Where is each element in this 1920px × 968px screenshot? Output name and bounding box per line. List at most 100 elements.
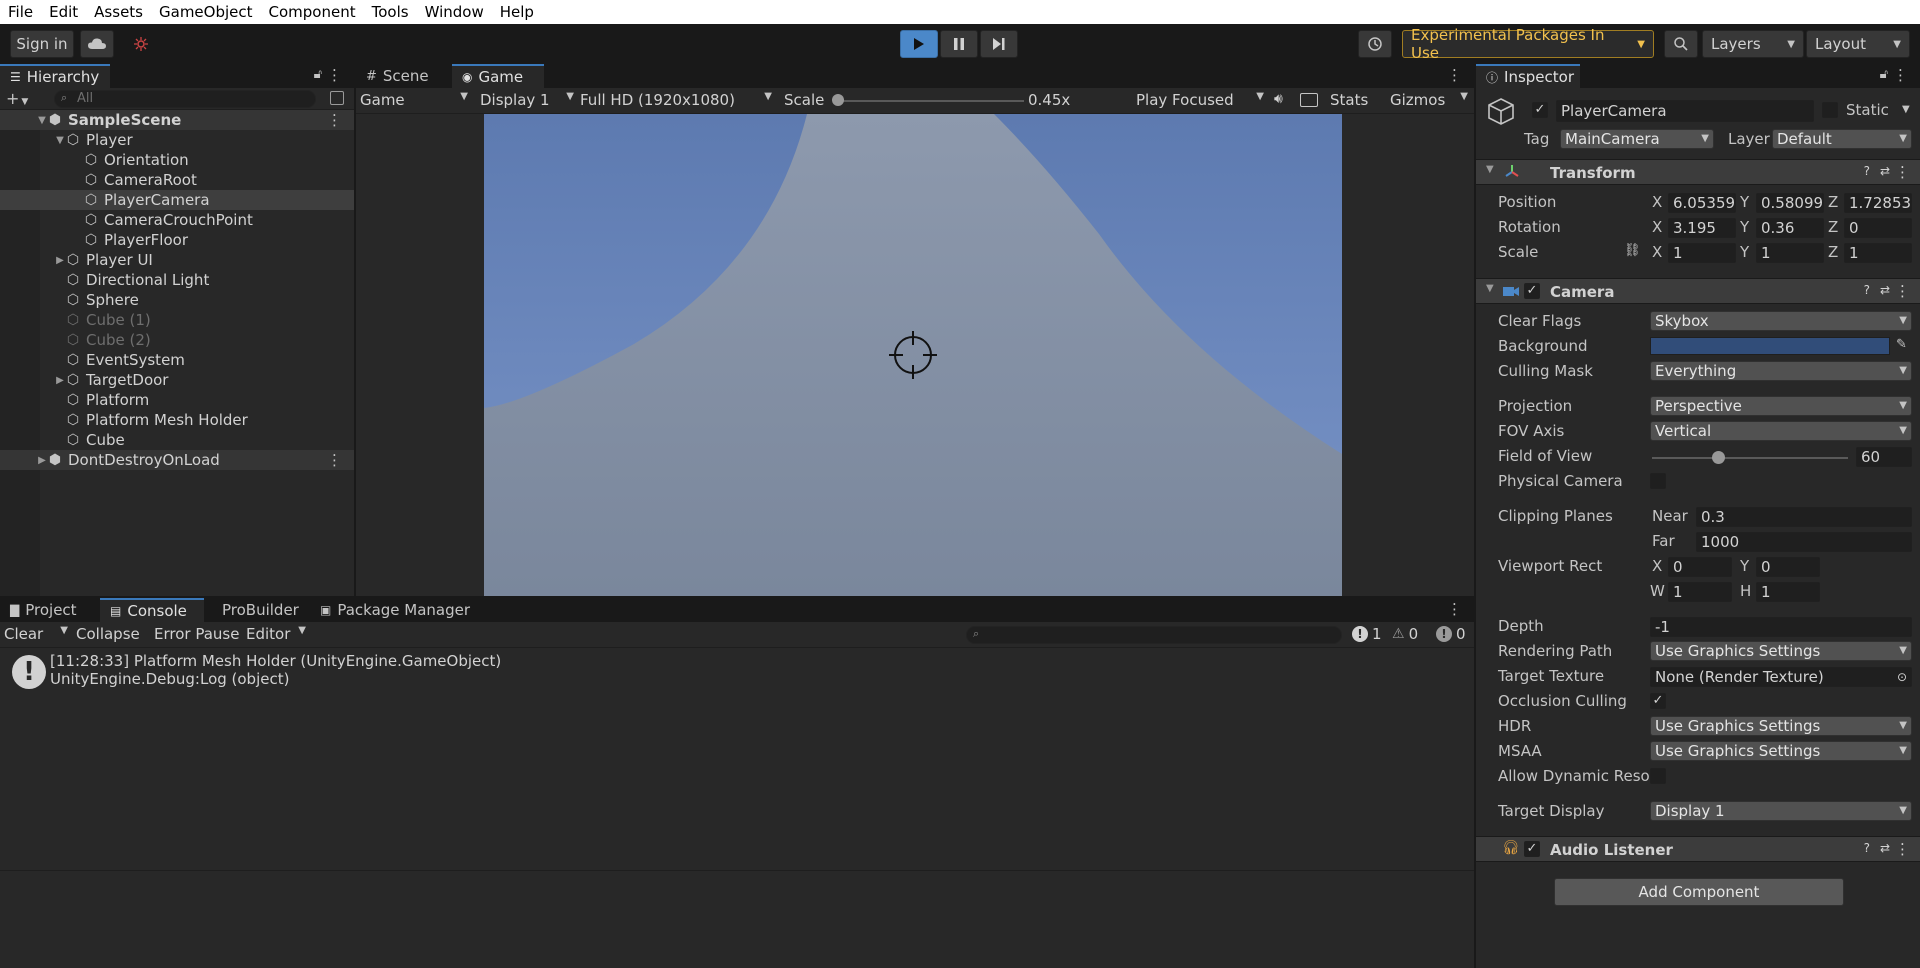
console-log-entry[interactable]: ! [11:28:33] Platform Mesh Holder (Unity… (0, 650, 1474, 694)
lock-icon[interactable]: 🔓︎ (314, 67, 322, 82)
pause-button[interactable] (940, 30, 978, 58)
menu-window[interactable]: Window (417, 0, 492, 24)
add-component-button[interactable]: Add Component (1554, 878, 1844, 906)
foldout-arrow-icon[interactable]: ▶ (36, 455, 48, 466)
foldout-arrow-icon[interactable]: ▼ (54, 135, 66, 146)
tab-project[interactable]: ▇ Project (0, 598, 100, 622)
kebab-menu-icon[interactable]: ⋮ (1895, 163, 1910, 181)
rotation-z-axis-label[interactable]: Z (1828, 218, 1838, 236)
error-count-toggle[interactable]: ! 0 (1436, 625, 1466, 643)
presets-icon[interactable]: ⇄ (1880, 164, 1890, 178)
audio-listener-header[interactable]: 🎧︎ ✓ Audio Listener ? ⇄ ⋮ (1476, 836, 1920, 862)
chevron-down-icon[interactable]: ▼ (1902, 104, 1910, 115)
target-display-dropdown[interactable]: Display 1 ▼ (1650, 801, 1912, 821)
depth-input[interactable]: -1 (1650, 617, 1912, 637)
tab-console[interactable]: ▤ Console (100, 598, 204, 622)
collapse-toggle[interactable]: Collapse (76, 625, 140, 643)
log-count-toggle[interactable]: ! 1 (1352, 625, 1382, 643)
foldout-arrow-icon[interactable]: ▼ (1486, 164, 1494, 175)
kebab-menu-icon[interactable]: ⋮ (1447, 66, 1462, 84)
near-input[interactable]: 0.3 (1696, 507, 1912, 527)
culling-mask-dropdown[interactable]: Everything ▼ (1650, 361, 1912, 381)
scale-z-axis-label[interactable]: Z (1828, 243, 1838, 261)
viewport-h-input[interactable]: 1 (1756, 582, 1820, 602)
scale-slider-track[interactable] (836, 100, 1024, 102)
hierarchy-item[interactable]: ⬡ Orientation (0, 150, 354, 170)
tab-scene[interactable]: # Scene (356, 64, 452, 88)
kebab-menu-icon[interactable]: ⋮ (327, 451, 342, 469)
hierarchy-item[interactable]: ⬡ CameraCrouchPoint (0, 210, 354, 230)
hierarchy-scene-row[interactable]: ▼ ⬢ SampleScene ⋮ (0, 110, 354, 130)
foldout-arrow-icon[interactable]: ▼ (36, 115, 48, 126)
foldout-arrow-icon[interactable]: ▼ (1486, 283, 1494, 294)
scale-x-axis-label[interactable]: X (1652, 243, 1662, 261)
fov-input[interactable]: 60 (1856, 447, 1912, 467)
background-color-swatch[interactable] (1650, 337, 1890, 355)
kebab-menu-icon[interactable]: ⋮ (1893, 66, 1908, 84)
active-checkbox[interactable]: ✓ (1532, 102, 1548, 118)
rotation-y-input[interactable]: 0.36 (1756, 218, 1824, 238)
camera-enabled-checkbox[interactable]: ✓ (1524, 283, 1540, 299)
position-x-input[interactable]: 6.05359 (1668, 193, 1736, 213)
tab-inspector[interactable]: ⓘ Inspector (1476, 64, 1580, 88)
hierarchy-item[interactable]: ⬡ Platform Mesh Holder (0, 410, 354, 430)
viewport-x-input[interactable]: 0 (1668, 557, 1732, 577)
hierarchy-item[interactable]: ⬡ PlayerFloor (0, 230, 354, 250)
object-picker-icon[interactable]: ⊙ (1897, 668, 1907, 686)
hierarchy-item[interactable]: ▶ ⬡ Player UI (0, 250, 354, 270)
hierarchy-item[interactable]: ⬡ Platform (0, 390, 354, 410)
help-icon[interactable]: ? (1864, 283, 1870, 297)
hierarchy-item[interactable]: ⬡ Cube (0, 430, 354, 450)
stats-button[interactable]: Stats (1330, 91, 1368, 109)
tab-package-manager[interactable]: ▣ Package Manager (310, 598, 486, 622)
collab-icon[interactable] (124, 30, 158, 58)
menu-gameobject[interactable]: GameObject (151, 0, 261, 24)
hierarchy-item[interactable]: ⬡ Cube (1) (0, 310, 354, 330)
occlusion-culling-checkbox[interactable]: ✓ (1650, 693, 1666, 709)
object-name-input[interactable]: PlayerCamera (1556, 100, 1814, 122)
rotation-x-input[interactable]: 3.195 (1668, 218, 1736, 238)
menu-edit[interactable]: Edit (41, 0, 86, 24)
allow-dynamic-resolution-checkbox[interactable] (1650, 768, 1666, 784)
sign-in-button[interactable]: Sign in (10, 30, 74, 58)
hierarchy-item[interactable]: ▶ ⬡ TargetDoor (0, 370, 354, 390)
position-z-input[interactable]: 1.72853 (1844, 193, 1912, 213)
hierarchy-search-input[interactable]: ⌕ All (54, 90, 316, 108)
position-y-input[interactable]: 0.58099 (1756, 193, 1824, 213)
audio-mute-icon[interactable]: 🔊︎ (1274, 91, 1283, 107)
tab-game[interactable]: ◉ Game (452, 64, 544, 88)
presets-icon[interactable]: ⇄ (1880, 841, 1890, 855)
hierarchy-item[interactable]: ⬡ EventSystem (0, 350, 354, 370)
layers-dropdown[interactable]: Layers ▼ (1702, 30, 1804, 58)
keyboard-icon[interactable] (1300, 93, 1318, 107)
menu-file[interactable]: File (0, 0, 41, 24)
static-checkbox[interactable] (1822, 102, 1838, 118)
rotation-y-axis-label[interactable]: Y (1740, 218, 1749, 236)
position-z-axis-label[interactable]: Z (1828, 193, 1838, 211)
projection-dropdown[interactable]: Perspective ▼ (1650, 396, 1912, 416)
error-pause-toggle[interactable]: Error Pause (154, 625, 239, 643)
play-button[interactable] (900, 30, 938, 58)
add-icon[interactable]: + ▼ (6, 89, 28, 108)
hierarchy-item[interactable]: ⬡ PlayerCamera (0, 190, 354, 210)
step-button[interactable] (980, 30, 1018, 58)
kebab-menu-icon[interactable]: ⋮ (327, 66, 342, 84)
help-icon[interactable]: ? (1864, 841, 1870, 855)
warning-count-toggle[interactable]: ⚠ 0 (1392, 625, 1418, 643)
fov-slider-thumb[interactable] (1712, 451, 1725, 464)
physical-camera-checkbox[interactable] (1650, 473, 1666, 489)
position-x-axis-label[interactable]: X (1652, 193, 1662, 211)
rotation-z-input[interactable]: 0 (1844, 218, 1912, 238)
cloud-icon[interactable] (80, 30, 114, 58)
gizmos-dropdown[interactable]: Gizmos ▼ (1390, 91, 1468, 109)
scale-slider-thumb[interactable] (832, 94, 844, 106)
kebab-menu-icon[interactable]: ⋮ (1895, 282, 1910, 300)
audio-listener-enabled-checkbox[interactable]: ✓ (1524, 841, 1540, 857)
far-input[interactable]: 1000 (1696, 532, 1912, 552)
scale-y-input[interactable]: 1 (1756, 243, 1824, 263)
search-icon[interactable] (1664, 30, 1698, 58)
resolution-dropdown[interactable]: Full HD (1920x1080) ▼ (580, 91, 772, 109)
menu-assets[interactable]: Assets (86, 0, 151, 24)
foldout-arrow-icon[interactable]: ▶ (54, 375, 66, 386)
hierarchy-item[interactable]: ⬡ Cube (2) (0, 330, 354, 350)
